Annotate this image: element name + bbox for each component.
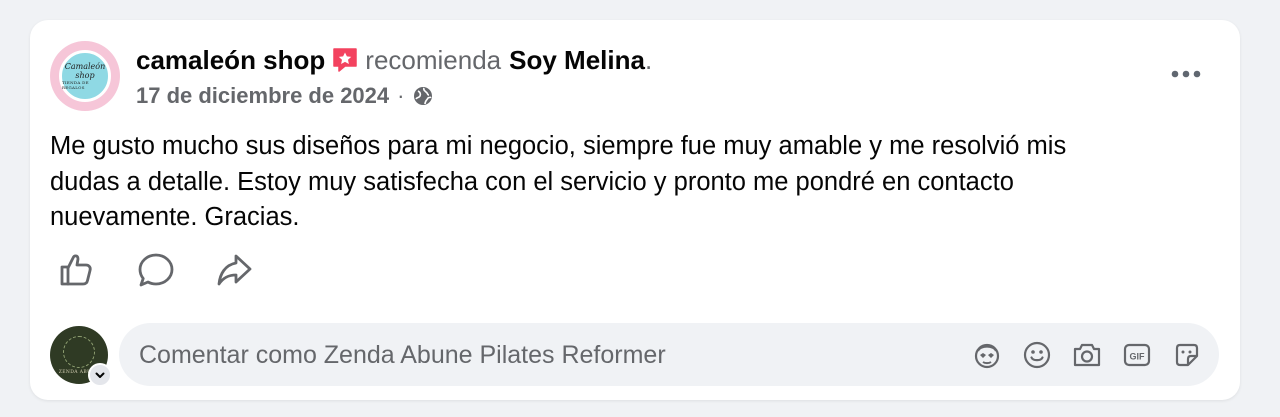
recommended-page-name[interactable]: Soy Melina (509, 44, 645, 76)
chevron-down-icon (94, 369, 106, 381)
author-name[interactable]: camaleón shop (136, 44, 325, 76)
more-options-icon[interactable] (1164, 56, 1208, 92)
page-avatar-logo: Camaleón shop TIENDA DE REGALOS (59, 50, 111, 102)
recommend-star-icon (331, 46, 359, 74)
avatar-logo-subtitle: TIENDA DE REGALOS (62, 80, 89, 90)
avatar-sticker-icon[interactable] (971, 339, 1003, 371)
sticker-icon[interactable] (1171, 339, 1203, 371)
avatar-logo-text-2: shop (75, 71, 95, 80)
share-button[interactable] (212, 248, 256, 292)
share-arrow-icon (215, 251, 253, 289)
comment-input[interactable] (139, 335, 959, 375)
emoji-icon[interactable] (1021, 339, 1053, 371)
switch-profile-button[interactable] (88, 363, 112, 387)
svg-text:GIF: GIF (1130, 352, 1146, 362)
like-button[interactable] (54, 248, 98, 292)
post-body: Me gusto mucho sus diseños para mi negoc… (50, 129, 1170, 236)
header-end-punct: . (644, 45, 653, 75)
globe-icon[interactable] (412, 85, 434, 107)
post-header: camaleón shop recomienda Soy Melina . (136, 44, 652, 76)
recommend-label: recomienda (365, 45, 502, 75)
post-meta: 17 de diciembre de 2024 · (136, 82, 434, 110)
meta-separator: · (397, 83, 405, 108)
page-avatar[interactable]: Camaleón shop TIENDA DE REGALOS (50, 41, 120, 111)
avatar-logo-text: Camaleón (64, 62, 106, 71)
post-text-line: Me gusto mucho sus diseños para mi negoc… (50, 132, 1067, 160)
comment-button[interactable] (134, 248, 178, 292)
gif-icon[interactable]: GIF (1121, 339, 1153, 371)
camera-icon[interactable] (1071, 339, 1103, 371)
post-text-line: dudas a detalle. Estoy muy satisfecha co… (50, 167, 1014, 196)
post-date[interactable]: 17 de diciembre de 2024 (136, 82, 389, 110)
post-text-line: nuevamente. Gracias. (50, 203, 300, 231)
comment-bubble-icon (137, 251, 175, 289)
comment-composer: GIF (119, 323, 1219, 386)
commenter-logo-wreath (63, 335, 95, 368)
review-post-card: Camaleón shop TIENDA DE REGALOS camaleón… (30, 20, 1240, 400)
thumbs-up-icon (57, 251, 95, 289)
